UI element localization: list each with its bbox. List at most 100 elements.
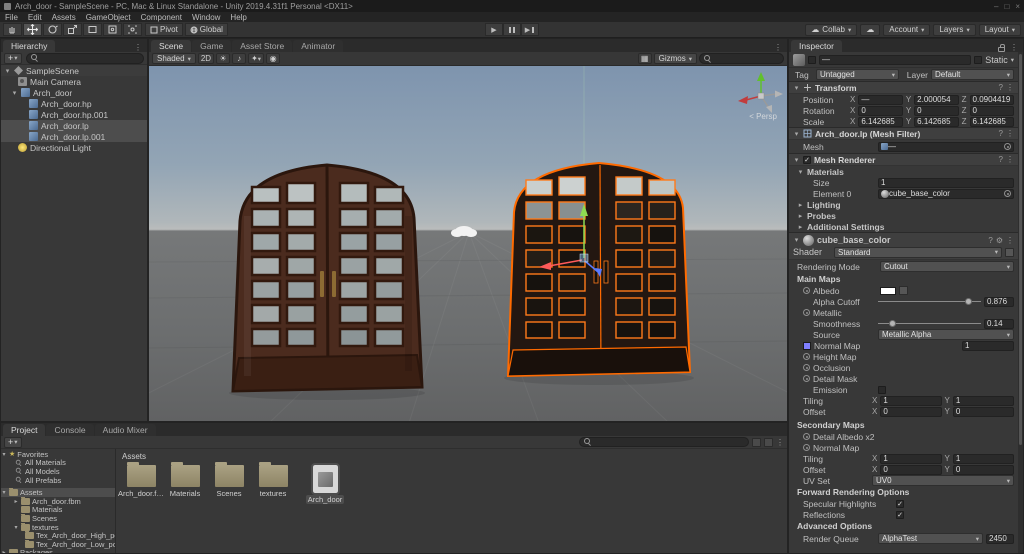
tree-packages[interactable]: ▸Packages	[1, 548, 115, 553]
component-menu-icon[interactable]: ⋮	[1006, 129, 1014, 138]
hierarchy-item-arch-door-hp-001[interactable]: Arch_door.hp.001	[1, 109, 147, 120]
layer-dropdown[interactable]: Default ▾	[931, 69, 1014, 80]
alpha-cutoff-field[interactable]: 0.876	[984, 296, 1014, 307]
tree-textures[interactable]: ▾ textures	[1, 522, 115, 531]
foldout-icon[interactable]: ▾	[793, 130, 800, 138]
position-x-field[interactable]: —	[858, 94, 903, 105]
asset-item-arch-door[interactable]: Arch_door	[305, 463, 345, 504]
tree-tex-high-poly[interactable]: Tex_Arch_door_High_poly	[1, 531, 115, 540]
probes-foldout[interactable]: ▸ Probes	[789, 210, 1018, 221]
texture-slot-icon[interactable]	[803, 309, 810, 316]
position-y-field[interactable]: 2.000054	[914, 94, 959, 105]
help-icon[interactable]: ?	[999, 129, 1003, 138]
scene-search-input[interactable]	[715, 54, 779, 63]
foldout-icon[interactable]: ▾	[793, 156, 800, 164]
hierarchy-search[interactable]	[25, 52, 144, 64]
material-header[interactable]: ▾ cube_base_color ? ⚙ ⋮ Shader Standard ▾	[789, 232, 1018, 260]
tree-favorites[interactable]: ▾ ★ Favorites	[1, 450, 115, 459]
menu-window[interactable]: Window	[187, 13, 225, 22]
door-model-highpoly[interactable]	[231, 163, 424, 393]
secondary-offset-x-field[interactable]: 0	[880, 464, 942, 475]
gameobject-icon[interactable]	[793, 53, 805, 66]
scale-tool-button[interactable]	[63, 23, 82, 36]
component-menu-icon[interactable]: ⋮	[1006, 83, 1014, 92]
collab-dropdown[interactable]: ☁ Collab ▾	[805, 23, 858, 36]
object-picker-icon[interactable]	[1004, 190, 1011, 197]
layout-dropdown[interactable]: Layout ▾	[978, 23, 1021, 36]
step-button[interactable]: ▶	[521, 23, 539, 36]
asset-item-arch-door-fbm[interactable]: Arch_door.fbm	[118, 462, 164, 504]
foldout-icon[interactable]: ▾	[1, 489, 7, 496]
menu-help[interactable]: Help	[225, 13, 251, 22]
shader-dropdown[interactable]: Standard ▾	[834, 246, 1002, 258]
foldout-icon[interactable]: ▾	[11, 89, 18, 97]
search-by-label-icon[interactable]	[764, 437, 773, 447]
render-queue-dropdown[interactable]: AlphaTest ▾	[878, 533, 983, 544]
menu-component[interactable]: Component	[136, 13, 187, 22]
tree-materials[interactable]: Materials	[1, 505, 115, 514]
mesh-object-field[interactable]: —	[878, 141, 1014, 152]
lock-icon[interactable]	[998, 43, 1005, 52]
texture-slot-icon[interactable]	[803, 433, 810, 440]
close-button[interactable]: ×	[1015, 2, 1020, 11]
project-search[interactable]	[579, 437, 749, 447]
global-toggle[interactable]: Global	[184, 23, 228, 36]
tab-console[interactable]: Console	[46, 424, 94, 436]
hidden-objects-toggle[interactable]: ◉	[266, 53, 281, 64]
scale-x-field[interactable]: 6.142685	[858, 116, 903, 127]
rendering-mode-dropdown[interactable]: Cutout ▾	[880, 261, 1014, 272]
shader-edit-button[interactable]	[1005, 247, 1014, 257]
rotation-x-field[interactable]: 0	[858, 105, 903, 116]
play-button[interactable]: ▶	[485, 23, 503, 36]
create-asset-button[interactable]: + ▾	[4, 436, 22, 448]
asset-item-scenes[interactable]: Scenes	[210, 462, 248, 504]
active-checkbox[interactable]	[808, 55, 816, 64]
tiling-y-field[interactable]: 1	[952, 395, 1014, 406]
normal-map-scale-field[interactable]: 1	[962, 340, 1014, 351]
scale-z-field[interactable]: 6.142685	[969, 116, 1014, 127]
offset-x-field[interactable]: 0	[880, 406, 942, 417]
hierarchy-search-input[interactable]	[41, 53, 139, 63]
minimize-button[interactable]: –	[994, 2, 998, 11]
tab-scene[interactable]: Scene	[151, 40, 192, 52]
color-picker-icon[interactable]	[899, 286, 908, 295]
foldout-icon[interactable]: ▾	[1, 451, 7, 458]
tree-all-models[interactable]: All Models	[1, 467, 115, 476]
gizmos-dropdown[interactable]: Gizmos ▾	[653, 53, 697, 64]
mesh-renderer-component-header[interactable]: ▾ Mesh Renderer ?⋮	[789, 153, 1018, 166]
tab-asset-store[interactable]: Asset Store	[232, 40, 293, 52]
help-icon[interactable]: ?	[999, 155, 1003, 164]
smoothness-field[interactable]: 0.14	[984, 318, 1014, 329]
custom-tool-button[interactable]	[123, 23, 142, 36]
panel-menu-icon[interactable]: ⋮	[1010, 43, 1018, 52]
asset-item-materials[interactable]: Materials	[166, 462, 204, 504]
texture-slot-icon[interactable]	[803, 444, 810, 451]
camera-projection-label[interactable]: < Persp	[749, 112, 777, 121]
scene-effects-dropdown[interactable]: ✦ ▾	[248, 53, 265, 64]
scale-y-field[interactable]: 6.142685	[914, 116, 959, 127]
2d-toggle[interactable]: 2D	[197, 53, 215, 64]
panel-menu-icon[interactable]: ⋮	[774, 43, 782, 52]
hand-tool-button[interactable]	[3, 23, 22, 36]
tree-scenes[interactable]: Scenes	[1, 514, 115, 523]
component-enabled-checkbox[interactable]	[803, 155, 811, 164]
move-tool-button[interactable]	[23, 23, 42, 36]
menu-file[interactable]: File	[0, 13, 23, 22]
scene-search[interactable]	[699, 53, 784, 64]
material-object-field[interactable]: cube_base_color	[878, 188, 1014, 199]
tab-hierarchy[interactable]: Hierarchy	[3, 40, 56, 52]
texture-slot-icon[interactable]	[803, 375, 810, 382]
account-dropdown[interactable]: Account ▾	[883, 23, 931, 36]
create-object-button[interactable]: + ▾	[4, 52, 22, 64]
asset-item-textures[interactable]: textures	[254, 462, 292, 504]
foldout-icon[interactable]: ▾	[4, 67, 11, 75]
emission-checkbox[interactable]	[878, 385, 886, 394]
foldout-icon[interactable]: ▾	[793, 236, 800, 244]
hierarchy-item-scene[interactable]: ▾ SampleScene	[1, 65, 147, 76]
component-menu-icon[interactable]: ⋮	[1006, 236, 1014, 245]
secondary-offset-y-field[interactable]: 0	[952, 464, 1014, 475]
hierarchy-item-arch-door-lp[interactable]: Arch_door.lp	[1, 120, 147, 131]
foldout-icon[interactable]: ▾	[13, 524, 19, 531]
scene-viewport[interactable]: < Persp	[149, 66, 787, 421]
mesh-filter-component-header[interactable]: ▾ Arch_door.lp (Mesh Filter) ? ⋮	[789, 127, 1018, 140]
